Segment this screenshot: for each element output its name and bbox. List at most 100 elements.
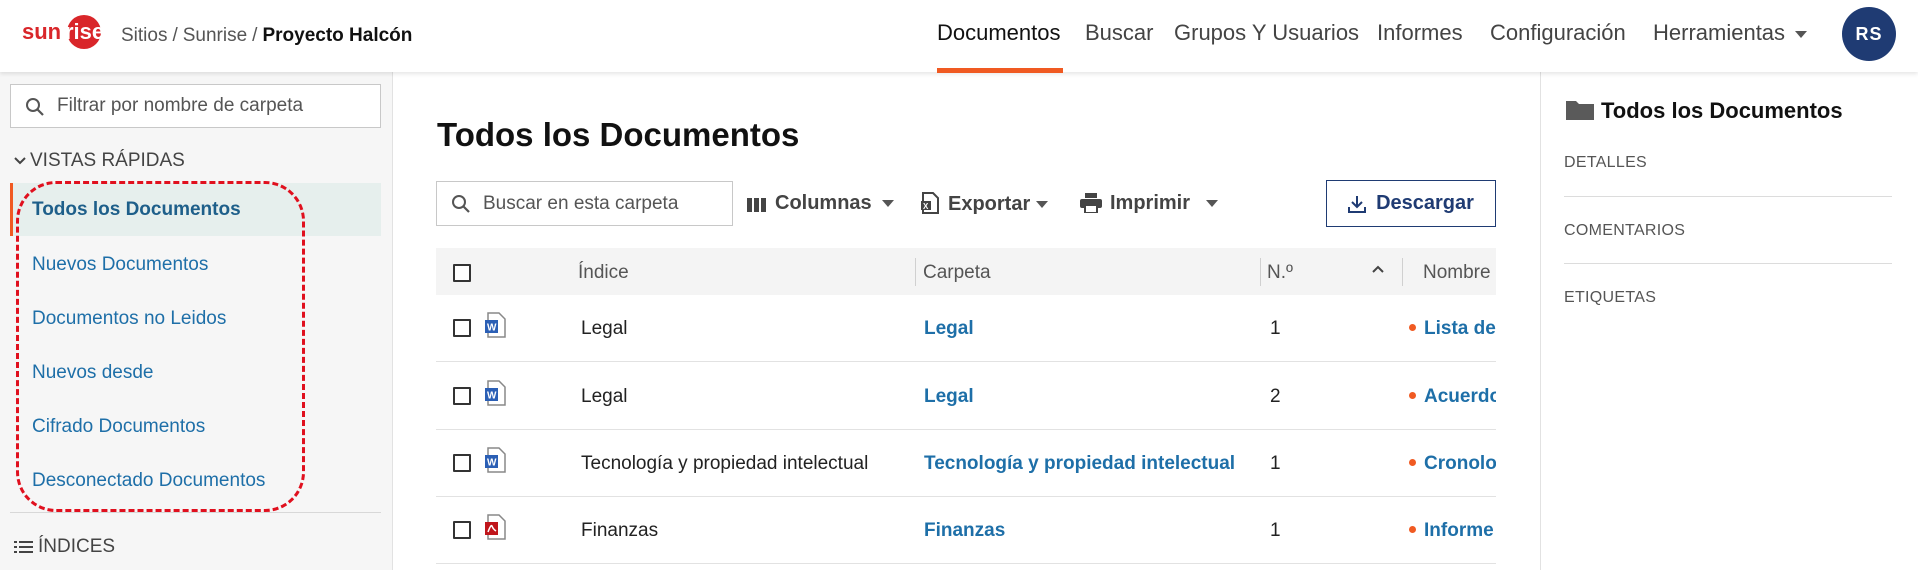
nav-informes[interactable]: Informes (1377, 20, 1463, 46)
unread-dot (1409, 392, 1416, 399)
cell-nombre-link[interactable]: Informe (1409, 520, 1494, 542)
tags-tab[interactable]: ETIQUETAS (1564, 289, 1656, 307)
sort-ascending-icon[interactable] (1371, 264, 1385, 274)
cell-indice: Legal (581, 386, 628, 407)
details-panel-title: Todos los Documentos (1565, 98, 1843, 124)
svg-text:W: W (487, 458, 497, 469)
details-panel-title-text: Todos los Documentos (1601, 98, 1843, 123)
svg-text:rise: rise (65, 19, 104, 44)
column-header-indice[interactable]: Índice (578, 262, 629, 284)
chevron-down-icon (1036, 201, 1049, 209)
breadcrumb-sites[interactable]: Sitios (121, 25, 167, 46)
top-header: sun rise Sitios / Sunrise / Proyecto Halcón … (0, 0, 1918, 73)
folder-search-field[interactable] (436, 181, 733, 226)
cell-numero: 2 (1270, 386, 1281, 407)
quick-view-cifrado-documentos[interactable]: Cifrado Documentos (10, 400, 381, 453)
row-checkbox[interactable] (453, 521, 471, 539)
cell-nombre-link[interactable]: Acuerdo (1409, 386, 1496, 408)
print-label: Imprimir (1110, 192, 1191, 214)
export-button[interactable]: X Exportar (920, 192, 1049, 216)
print-button[interactable]: Imprimir (1080, 192, 1219, 215)
breadcrumb-current-project: Proyecto Halcón (262, 25, 413, 46)
comments-tab[interactable]: COMENTARIOS (1564, 222, 1685, 240)
cell-nombre-link[interactable]: Cronolog (1409, 453, 1496, 475)
row-checkbox[interactable] (453, 387, 471, 405)
chevron-down-icon (1795, 30, 1808, 38)
cell-nombre-text: Informe (1424, 520, 1494, 541)
column-divider (915, 258, 916, 286)
details-tab[interactable]: DETALLES (1564, 154, 1647, 172)
nav-herramientas[interactable]: Herramientas (1653, 20, 1808, 46)
cell-carpeta-link[interactable]: Legal (924, 386, 974, 408)
cell-numero: 1 (1270, 318, 1281, 339)
nav-buscar[interactable]: Buscar (1085, 20, 1153, 46)
folder-filter-field[interactable] (10, 84, 381, 128)
breadcrumb-sunrise[interactable]: Sunrise (183, 25, 247, 46)
unread-dot (1409, 324, 1416, 331)
cell-indice: Tecnología y propiedad intelectual (581, 453, 869, 474)
cell-nombre-text: Cronolog (1424, 453, 1496, 474)
nav-grupos-usuarios[interactable]: Grupos Y Usuarios (1174, 20, 1359, 46)
svg-text:W: W (487, 391, 497, 402)
table-row[interactable]: Finanzas Finanzas 1 Informe (436, 497, 1496, 564)
columns-button[interactable]: Columnas (747, 192, 894, 215)
word-document-icon: W (485, 447, 506, 473)
nav-configuracion[interactable]: Configuración (1490, 20, 1626, 46)
quick-view-nuevos-desde[interactable]: Nuevos desde (10, 346, 381, 399)
cell-carpeta-link[interactable]: Finanzas (924, 520, 1005, 542)
printer-icon (1080, 193, 1102, 214)
folder-search-input[interactable] (483, 182, 723, 225)
column-divider (1260, 258, 1261, 286)
sidebar-divider (10, 512, 381, 513)
search-icon (26, 98, 44, 116)
word-document-icon: W (485, 312, 506, 338)
column-header-nombre[interactable]: Nombre (1423, 262, 1491, 284)
row-checkbox[interactable] (453, 319, 471, 337)
quick-view-todos-documentos[interactable]: Todos los Documentos (10, 183, 381, 236)
chevron-down-icon (881, 200, 894, 208)
list-icon (14, 540, 33, 553)
folder-filter-input[interactable] (57, 85, 372, 127)
column-header-carpeta[interactable]: Carpeta (923, 262, 991, 284)
quick-views-title: VISTAS RÁPIDAS (30, 150, 185, 171)
unread-dot (1409, 526, 1416, 533)
svg-text:sun: sun (22, 19, 61, 44)
quick-view-desconectado-documentos[interactable]: Desconectado Documentos (10, 454, 381, 507)
folder-icon (1566, 101, 1594, 120)
indices-title: ÍNDICES (38, 536, 116, 557)
folder-sidebar: VISTAS RÁPIDAS Todos los Documentos Nuev… (0, 72, 393, 570)
word-document-icon: W (485, 380, 506, 406)
download-icon (1348, 195, 1367, 213)
cell-carpeta-link[interactable]: Legal (924, 318, 974, 340)
download-button[interactable]: Descargar (1326, 180, 1496, 227)
nav-documentos[interactable]: Documentos (937, 20, 1061, 46)
breadcrumb-separator: / (172, 25, 178, 46)
chevron-down-icon (14, 157, 26, 165)
documents-table: Índice Carpeta N.º Nombre W Legal Legal … (436, 248, 1496, 570)
table-header: Índice Carpeta N.º Nombre (436, 248, 1496, 295)
columns-icon (747, 198, 766, 212)
cell-numero: 1 (1270, 453, 1281, 474)
table-row[interactable]: W Legal Legal 2 Acuerdo (436, 363, 1496, 430)
select-all-checkbox[interactable] (453, 264, 471, 282)
cell-nombre-text: Lista de (1424, 318, 1496, 339)
table-row[interactable]: W Tecnología y propiedad intelectual Tec… (436, 430, 1496, 497)
svg-text:W: W (487, 323, 497, 334)
svg-text:X: X (923, 202, 929, 211)
quick-views-toggle[interactable]: VISTAS RÁPIDAS (14, 150, 185, 172)
pdf-document-icon (485, 514, 506, 540)
row-checkbox[interactable] (453, 454, 471, 472)
cell-indice: Finanzas (581, 520, 659, 541)
quick-view-nuevos-documentos[interactable]: Nuevos Documentos (10, 238, 381, 291)
sunrise-logo[interactable]: sun rise (20, 14, 110, 54)
cell-nombre-link[interactable]: Lista de (1409, 318, 1496, 340)
nav-herramientas-label: Herramientas (1653, 20, 1786, 45)
details-panel: Todos los Documentos DETALLES COMENTARIO… (1540, 72, 1918, 570)
cell-indice: Legal (581, 318, 628, 339)
user-avatar[interactable]: RS (1842, 7, 1896, 61)
column-header-numero[interactable]: N.º (1267, 262, 1293, 284)
table-row[interactable]: W Legal Legal 1 Lista de (436, 295, 1496, 362)
indices-toggle[interactable]: ÍNDICES (14, 536, 115, 558)
cell-carpeta-link[interactable]: Tecnología y propiedad intelectual (924, 453, 1235, 475)
quick-view-documentos-no-leidos[interactable]: Documentos no Leidos (10, 292, 381, 345)
